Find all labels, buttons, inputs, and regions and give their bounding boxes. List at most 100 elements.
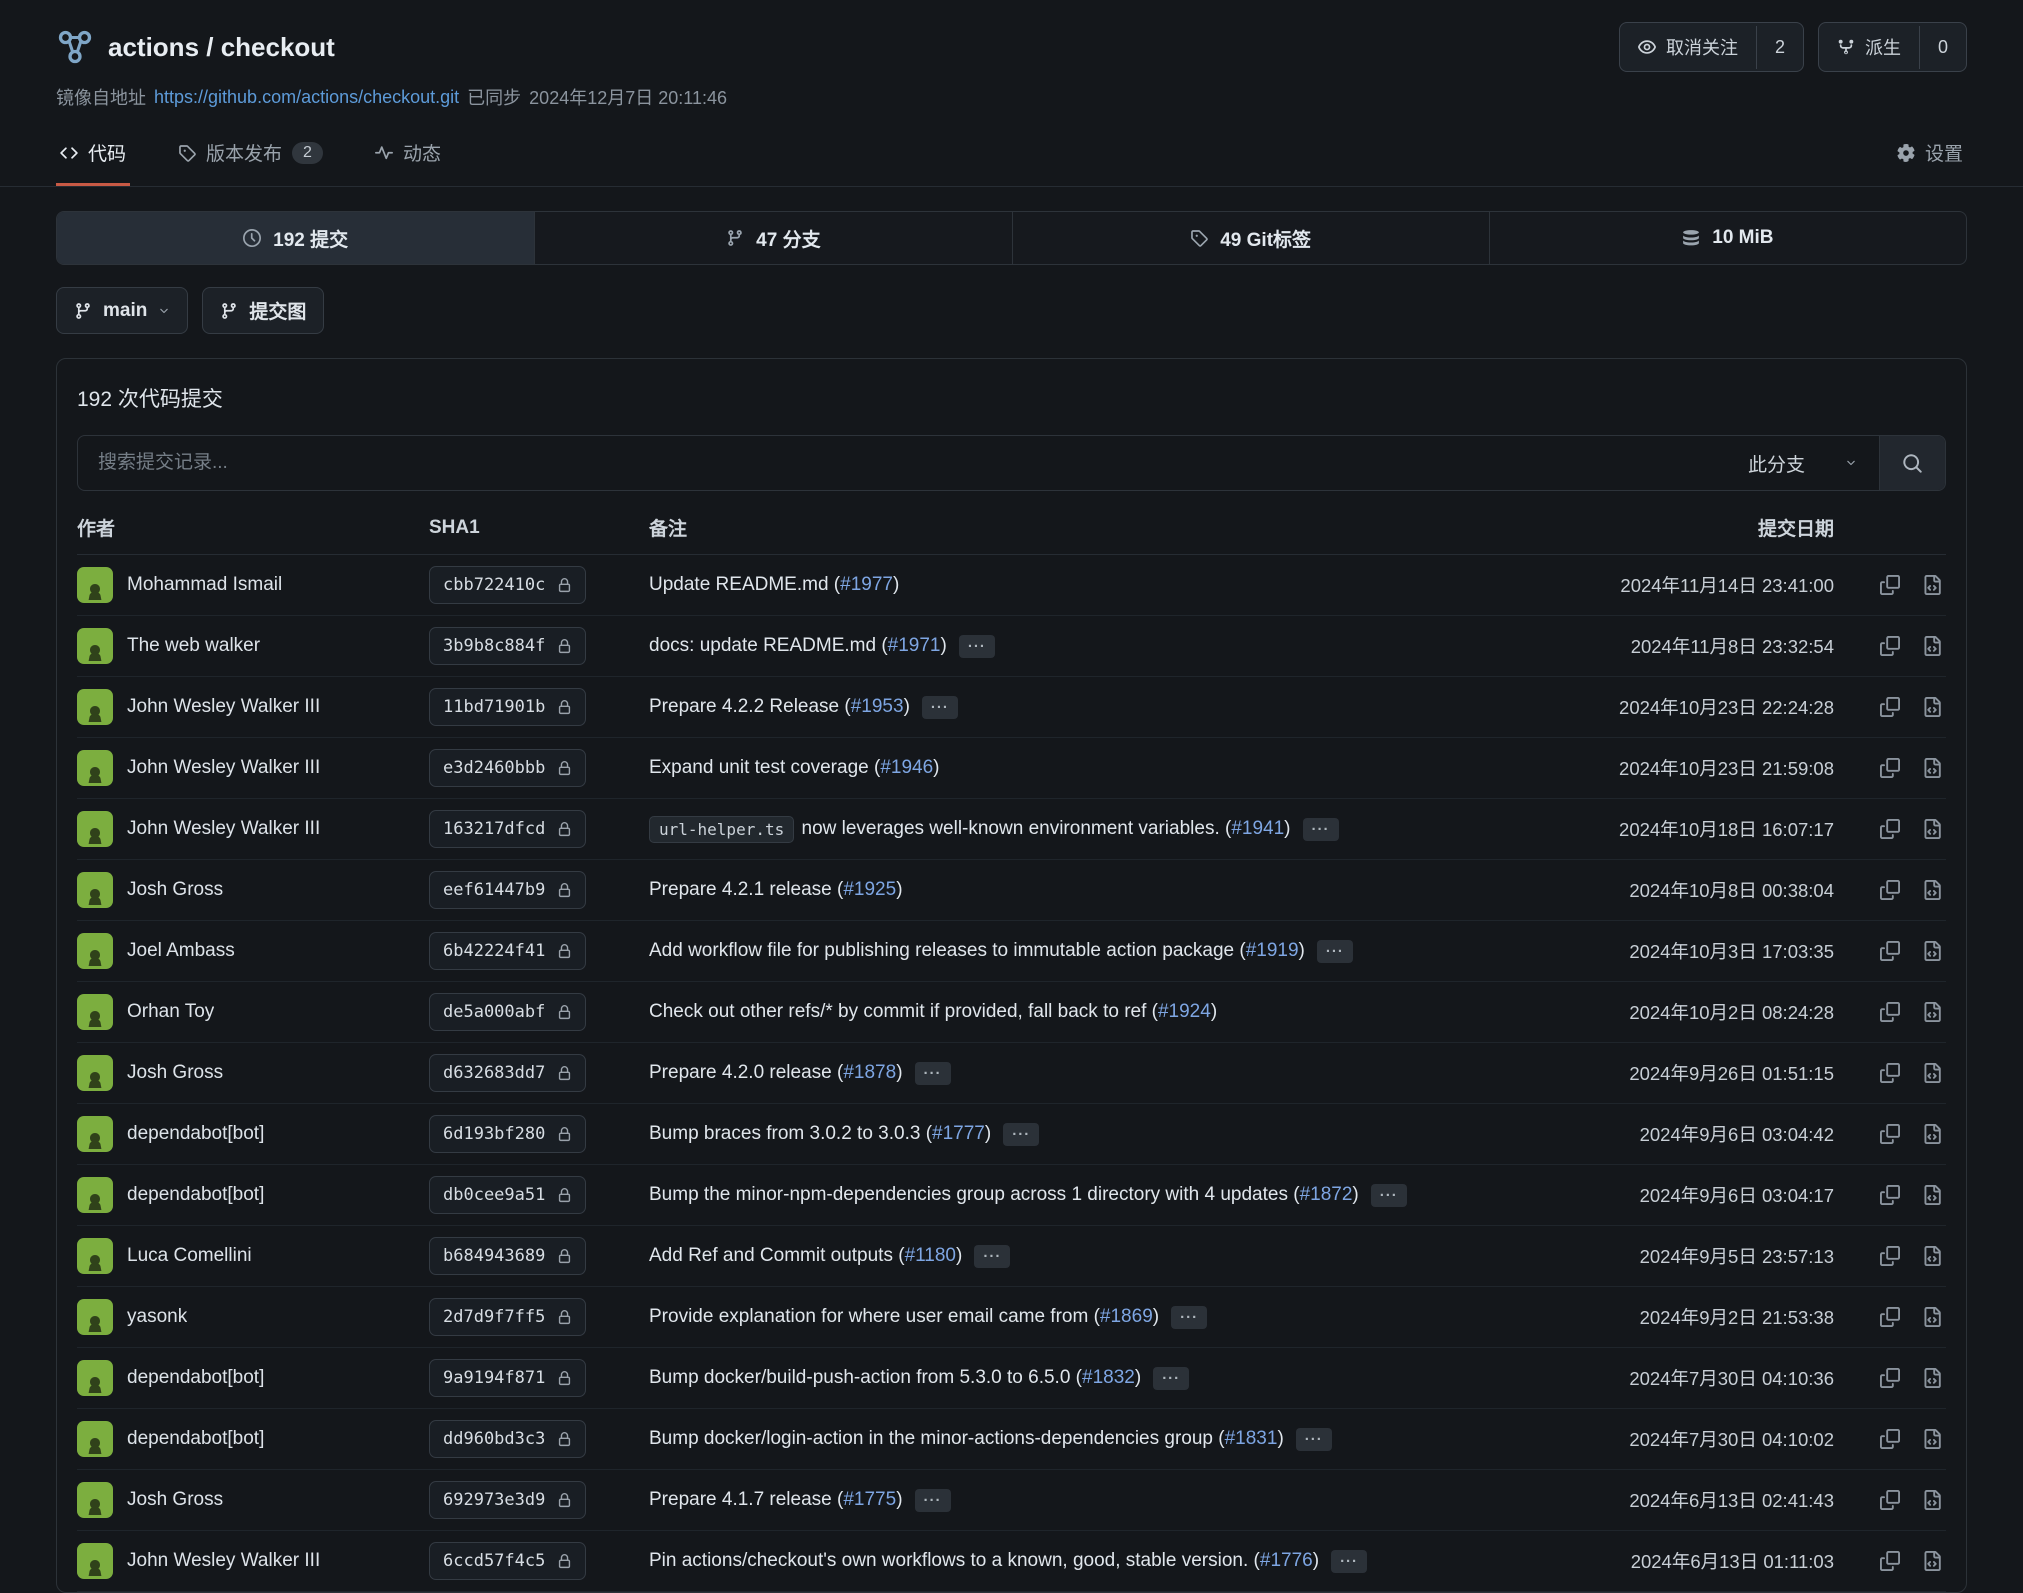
commit-sha-link[interactable]: de5a000abf [429,993,586,1031]
tab-releases[interactable]: 版本发布 2 [174,124,327,186]
pr-link[interactable]: #1777 [932,1123,985,1145]
tab-activity[interactable]: 动态 [371,124,445,186]
pr-link[interactable]: #1832 [1082,1367,1135,1389]
commit-search-input[interactable] [78,436,1726,490]
browse-source-button[interactable] [1922,1063,1942,1083]
browse-source-button[interactable] [1922,575,1942,595]
pr-link[interactable]: #1946 [880,757,933,779]
fork-button[interactable]: 派生 0 [1818,22,1967,72]
commit-sha-link[interactable]: e3d2460bbb [429,749,586,787]
expand-commit-message-button[interactable]: ··· [1317,940,1353,963]
pr-link[interactable]: #1941 [1231,818,1284,840]
copy-sha-button[interactable] [1880,575,1900,595]
copy-sha-button[interactable] [1880,880,1900,900]
copy-sha-button[interactable] [1880,1307,1900,1327]
browse-source-button[interactable] [1922,636,1942,656]
browse-source-button[interactable] [1922,1246,1942,1266]
expand-commit-message-button[interactable]: ··· [974,1245,1010,1268]
copy-sha-button[interactable] [1880,941,1900,961]
browse-source-button[interactable] [1922,1185,1942,1205]
pr-link[interactable]: #1872 [1300,1184,1353,1206]
browse-source-button[interactable] [1922,941,1942,961]
copy-sha-button[interactable] [1880,758,1900,778]
copy-sha-button[interactable] [1880,1063,1900,1083]
commit-sha-link[interactable]: 6d193bf280 [429,1115,586,1153]
expand-commit-message-button[interactable]: ··· [922,696,958,719]
browse-source-button[interactable] [1922,1368,1942,1388]
copy-sha-button[interactable] [1880,636,1900,656]
copy-sha-button[interactable] [1880,1246,1900,1266]
commit-sha-link[interactable]: 6b42224f41 [429,932,586,970]
browse-source-button[interactable] [1922,1307,1942,1327]
pr-link[interactable]: #1831 [1225,1428,1278,1450]
expand-commit-message-button[interactable]: ··· [1296,1428,1332,1451]
expand-commit-message-button[interactable]: ··· [1171,1306,1207,1329]
browse-source-button[interactable] [1922,1002,1942,1022]
browse-source-button[interactable] [1922,1429,1942,1449]
commit-sha-link[interactable]: 6ccd57f4c5 [429,1542,586,1580]
copy-sha-button[interactable] [1880,1551,1900,1571]
pr-link[interactable]: #1180 [905,1245,956,1267]
expand-commit-message-button[interactable]: ··· [915,1489,951,1512]
tab-code[interactable]: 代码 [56,124,130,186]
commit-sha-link[interactable]: cbb722410c [429,566,586,604]
pr-link[interactable]: #1924 [1158,1001,1211,1023]
pr-link[interactable]: #1878 [843,1062,896,1084]
pr-link[interactable]: #1775 [843,1489,896,1511]
commit-sha-link[interactable]: 9a9194f871 [429,1359,586,1397]
stat-commits[interactable]: 192 提交 [57,212,534,264]
expand-commit-message-button[interactable]: ··· [1303,818,1339,841]
commit-sha-link[interactable]: d632683dd7 [429,1054,586,1092]
copy-sha-button[interactable] [1880,1368,1900,1388]
copy-sha-button[interactable] [1880,1429,1900,1449]
copy-sha-button[interactable] [1880,1124,1900,1144]
forks-count[interactable]: 0 [1919,26,1966,69]
browse-source-button[interactable] [1922,1490,1942,1510]
browse-source-button[interactable] [1922,1124,1942,1144]
commit-sha-link[interactable]: 2d7d9f7ff5 [429,1298,586,1336]
unwatch-button[interactable]: 取消关注 2 [1619,22,1804,72]
expand-commit-message-button[interactable]: ··· [1003,1123,1039,1146]
tab-settings[interactable]: 设置 [1893,124,1967,186]
pr-link[interactable]: #1953 [851,696,904,718]
commit-sha-link[interactable]: 692973e3d9 [429,1481,586,1519]
branch-selector[interactable]: main [56,287,188,334]
commit-sha-link[interactable]: 163217dfcd [429,810,586,848]
expand-commit-message-button[interactable]: ··· [1153,1367,1189,1390]
copy-sha-button[interactable] [1880,1185,1900,1205]
pr-link[interactable]: #1971 [888,635,941,657]
commit-sha-link[interactable]: b684943689 [429,1237,586,1275]
copy-sha-button[interactable] [1880,1002,1900,1022]
branch-filter-dropdown[interactable]: 此分支 [1726,436,1879,490]
pr-link[interactable]: #1869 [1100,1306,1153,1328]
copy-sha-button[interactable] [1880,819,1900,839]
mirror-url-link[interactable]: https://github.com/actions/checkout.git [154,87,459,108]
browse-source-button[interactable] [1922,819,1942,839]
browse-source-button[interactable] [1922,697,1942,717]
search-button[interactable] [1879,436,1945,490]
expand-commit-message-button[interactable]: ··· [1331,1550,1367,1573]
browse-source-button[interactable] [1922,880,1942,900]
expand-commit-message-button[interactable]: ··· [915,1062,951,1085]
commit-sha-link[interactable]: eef61447b9 [429,871,586,909]
expand-commit-message-button[interactable]: ··· [1371,1184,1407,1207]
commit-sha-link[interactable]: db0cee9a51 [429,1176,586,1214]
stat-tags[interactable]: 49 Git标签 [1012,212,1489,264]
commit-graph-button[interactable]: 提交图 [202,287,324,334]
author-name: John Wesley Walker III [127,1550,320,1572]
stat-branches[interactable]: 47 分支 [534,212,1011,264]
commit-sha-link[interactable]: 3b9b8c884f [429,627,586,665]
commit-sha-link[interactable]: dd960bd3c3 [429,1420,586,1458]
pr-link[interactable]: #1925 [843,879,896,901]
expand-commit-message-button[interactable]: ··· [959,635,995,658]
watchers-count[interactable]: 2 [1756,26,1803,69]
pr-link[interactable]: #1977 [840,574,893,596]
pr-link[interactable]: #1919 [1246,940,1299,962]
commit-sha-link[interactable]: 11bd71901b [429,688,586,726]
browse-source-button[interactable] [1922,758,1942,778]
pr-link[interactable]: #1776 [1260,1550,1313,1572]
copy-sha-button[interactable] [1880,1490,1900,1510]
commit-author-cell: Mohammad Ismail [77,567,429,603]
copy-sha-button[interactable] [1880,697,1900,717]
browse-source-button[interactable] [1922,1551,1942,1571]
